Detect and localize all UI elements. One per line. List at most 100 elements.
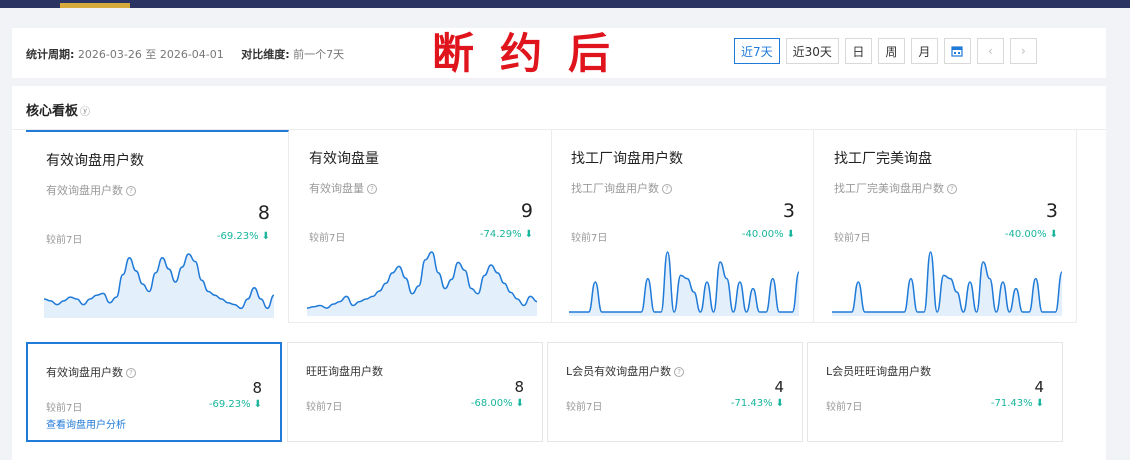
sparkline-chart — [44, 253, 274, 318]
sparkline-area — [307, 252, 537, 316]
arrow-down-icon: ⬇ — [253, 399, 262, 410]
calendar-button[interactable] — [943, 38, 971, 64]
metric-card-title: 找工厂完美询盘 — [834, 151, 932, 167]
summary-card[interactable]: L会员旺旺询盘用户数 4 较前7日 -71.43% ⬇ — [807, 342, 1063, 442]
metric-card[interactable]: 找工厂询盘用户数 找工厂询盘用户数? 3 较前7日 -40.00% ⬇ — [551, 130, 814, 323]
compare-value: 前一个7天 — [293, 48, 345, 61]
summary-card-value: 4 — [1034, 378, 1044, 396]
calendar-icon — [951, 46, 964, 57]
summary-card-title-text: 有效询盘用户数 — [46, 366, 123, 379]
arrow-down-icon: ⬇ — [1035, 398, 1044, 409]
summary-card-title: L会员旺旺询盘用户数 — [826, 363, 931, 379]
question-circle-icon[interactable]: ? — [947, 184, 957, 194]
metric-card-subtitle-text: 找工厂完美询盘用户数 — [834, 182, 944, 195]
arrow-down-icon: ⬇ — [261, 231, 270, 242]
top-nav-bar — [0, 0, 1130, 8]
summary-card-title: 有效询盘用户数? — [46, 364, 136, 380]
filter-bar: 统计周期: 2026-03-26 至 2026-04-01 对比维度: 前一个7… — [12, 28, 1106, 78]
summary-card-change: -68.00% ⬇ — [471, 398, 524, 409]
arrow-down-icon: ⬇ — [524, 229, 533, 240]
question-circle-icon[interactable]: ? — [662, 184, 672, 194]
metric-card[interactable]: 有效询盘量 有效询盘量? 9 较前7日 -74.29% ⬇ — [289, 130, 552, 323]
summary-card[interactable]: L会员有效询盘用户数? 4 较前7日 -71.43% ⬇ — [547, 342, 803, 442]
metric-card-value: 9 — [520, 200, 533, 222]
summary-card-change: -71.43% ⬇ — [731, 398, 784, 409]
summary-card-title-text: L会员旺旺询盘用户数 — [826, 365, 932, 378]
metric-card[interactable]: 有效询盘用户数 有效询盘用户数? 8 较前7日 -69.23% ⬇ — [26, 130, 289, 323]
metric-card-subtitle-text: 有效询盘用户数 — [46, 184, 123, 197]
summary-card-change-text: -68.00% — [470, 398, 513, 409]
question-circle-icon[interactable]: ? — [367, 184, 377, 194]
period-buttons: 近7天 近30天 日 周 月 ‹ › — [734, 38, 1037, 64]
metric-card-change-text: -74.29% — [479, 229, 522, 240]
summary-card-change: -69.23% ⬇ — [209, 399, 262, 410]
period-info: 统计周期: 2026-03-26 至 2026-04-01 对比维度: 前一个7… — [26, 46, 344, 62]
summary-card-title: L会员有效询盘用户数? — [566, 363, 685, 379]
summary-card-change: -71.43% ⬇ — [991, 398, 1044, 409]
summary-card-compare-label: 较前7日 — [826, 402, 863, 413]
summary-card-compare-label: 较前7日 — [306, 402, 343, 413]
summary-card-value: 8 — [514, 378, 524, 396]
view-inquiry-analysis-link[interactable]: 查看询盘用户分析 — [46, 416, 126, 431]
metric-card-compare-label: 较前7日 — [309, 233, 346, 244]
summary-card-change-text: -69.23% — [208, 399, 251, 410]
summary-card[interactable]: 旺旺询盘用户数 8 较前7日 -68.00% ⬇ — [287, 342, 543, 442]
question-circle-icon[interactable]: ? — [126, 186, 136, 196]
metric-card-subtitle: 找工厂询盘用户数? — [571, 180, 672, 196]
week-button[interactable]: 周 — [877, 38, 905, 64]
panel-title-text: 核心看板 — [26, 104, 79, 119]
sparkline-area — [569, 252, 799, 316]
metric-card-value: 3 — [782, 200, 795, 222]
sparkline-chart — [307, 251, 537, 316]
arrow-down-icon: ⬇ — [786, 229, 795, 240]
sparkline-chart — [832, 251, 1062, 316]
stamp-overlay-text: 断约后 — [432, 29, 637, 78]
summary-card-value: 4 — [774, 378, 784, 396]
prev-period-button[interactable]: ‹ — [976, 38, 1004, 64]
question-circle-icon[interactable]: ? — [126, 368, 136, 378]
metric-card-subtitle-text: 找工厂询盘用户数 — [571, 182, 659, 195]
metric-card-change-text: -40.00% — [741, 229, 784, 240]
summary-card-compare-label: 较前7日 — [566, 402, 603, 413]
metric-card-compare-label: 较前7日 — [834, 233, 871, 244]
metric-card-title: 找工厂询盘用户数 — [571, 151, 683, 167]
metric-card[interactable]: 找工厂完美询盘 找工厂完美询盘用户数? 3 较前7日 -40.00% ⬇ — [814, 130, 1077, 323]
question-circle-icon[interactable]: ⓨ — [80, 107, 90, 118]
core-dashboard-panel: 核心看板 ⓨ 有效询盘用户数 有效询盘用户数? 8 较前7日 -69.23% ⬇ 有… — [12, 86, 1106, 460]
summary-card-compare-label: 较前7日 — [46, 403, 83, 414]
summary-card-title-text: L会员有效询盘用户数 — [566, 365, 672, 378]
metric-card-change: -69.23% ⬇ — [217, 231, 270, 242]
metric-card-change: -40.00% ⬇ — [1005, 229, 1058, 240]
month-button[interactable]: 月 — [910, 38, 938, 64]
metric-card-subtitle: 有效询盘用户数? — [46, 182, 136, 198]
metric-card-compare-label: 较前7日 — [46, 235, 83, 246]
period-label: 统计周期: — [26, 48, 75, 61]
next-period-button[interactable]: › — [1009, 38, 1037, 64]
metric-card-change: -40.00% ⬇ — [742, 229, 795, 240]
metric-card-title: 有效询盘量 — [309, 151, 379, 167]
metric-card-change-text: -40.00% — [1004, 229, 1047, 240]
question-circle-icon[interactable]: ? — [674, 367, 685, 377]
day-button[interactable]: 日 — [844, 38, 872, 64]
range-30d-button[interactable]: 近30天 — [785, 38, 839, 64]
metric-card-change-text: -69.23% — [216, 231, 259, 242]
metric-card-title: 有效询盘用户数 — [46, 153, 144, 169]
arrow-down-icon: ⬇ — [775, 398, 784, 409]
chevron-left-icon: ‹ — [988, 44, 993, 58]
range-7d-button[interactable]: 近7天 — [734, 38, 780, 64]
metric-card-change: -74.29% ⬇ — [480, 229, 533, 240]
summary-card-title-text: 旺旺询盘用户数 — [306, 365, 383, 378]
summary-card-change-text: -71.43% — [730, 398, 773, 409]
sparkline-chart — [569, 251, 799, 316]
summary-card-title: 旺旺询盘用户数 — [306, 363, 383, 379]
summary-card[interactable]: 有效询盘用户数? 8 较前7日 -69.23% ⬇ 查看询盘用户分析 — [26, 342, 282, 442]
compare-label: 对比维度: — [241, 48, 290, 61]
sparkline-area — [832, 252, 1062, 316]
arrow-down-icon: ⬇ — [1049, 229, 1058, 240]
arrow-down-icon: ⬇ — [515, 398, 524, 409]
chevron-right-icon: › — [1021, 44, 1026, 58]
metric-card-value: 3 — [1045, 200, 1058, 222]
period-value: 2026-03-26 至 2026-04-01 — [77, 48, 224, 61]
panel-title: 核心看板 ⓨ — [26, 100, 90, 119]
summary-card-change-text: -71.43% — [990, 398, 1033, 409]
